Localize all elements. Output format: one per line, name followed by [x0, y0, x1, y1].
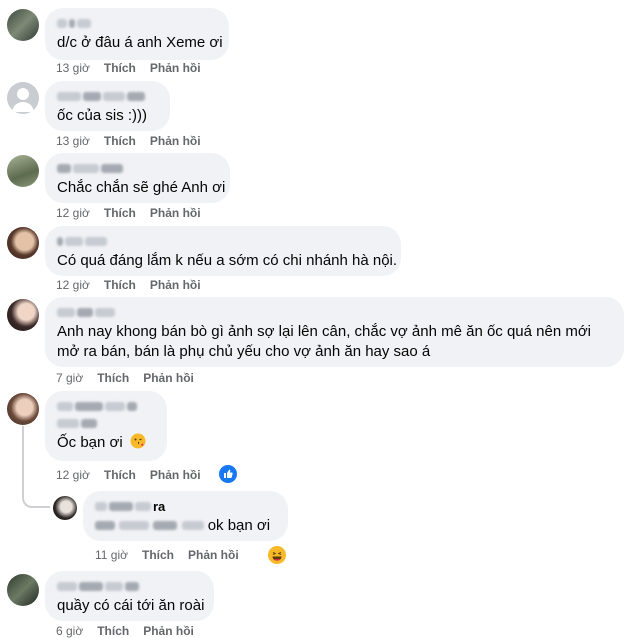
comment-bubble: Anh nay khong bán bò gì ảnh sợ lại lên c… [45, 297, 624, 367]
avatar-default[interactable] [7, 82, 39, 114]
comment-actions: 12 giờ Thích Phản hồi [56, 278, 201, 292]
comment-actions: 13 giờ Thích Phản hồi [56, 61, 201, 75]
haha-reaction-icon[interactable] [268, 546, 286, 564]
comment-bubble: Chắc chắn sẽ ghé Anh ơi [45, 153, 230, 203]
like-link[interactable]: Thích [104, 61, 136, 75]
reply-link[interactable]: Phản hồi [150, 206, 201, 220]
like-link[interactable]: Thích [104, 134, 136, 148]
author-name-suffix[interactable]: ra [153, 499, 165, 514]
comment-text: quầy có cái tới ăn roài [57, 597, 205, 614]
comment-text: Chắc chắn sẽ ghé Anh ơi [57, 179, 226, 196]
author-name-blurred[interactable]: ra [95, 499, 276, 514]
comment-time[interactable]: 12 giờ [56, 206, 90, 220]
avatar[interactable] [7, 155, 39, 187]
like-link[interactable]: Thích [104, 468, 136, 482]
comment-text: Có quá đáng lắm k nếu a sớm có chi nhánh… [57, 252, 398, 269]
comment-time[interactable]: 13 giờ [56, 134, 90, 148]
comment-actions: 13 giờ Thích Phản hồi [56, 134, 201, 148]
comment-time[interactable]: 12 giờ [56, 468, 90, 482]
author-name-blurred[interactable] [57, 161, 218, 175]
comment-text: ốc của sis :))) [57, 107, 148, 124]
reply-link[interactable]: Phản hồi [150, 468, 201, 482]
comment-text-content: Ốc bạn ơi [57, 434, 123, 451]
avatar[interactable] [53, 496, 77, 520]
comment-time[interactable]: 12 giờ [56, 278, 90, 292]
comment-bubble: Có quá đáng lắm k nếu a sớm có chi nhánh… [45, 226, 401, 276]
author-name-blurred[interactable] [57, 234, 389, 248]
default-avatar-icon [12, 88, 34, 112]
comment-time[interactable]: 11 giờ [95, 548, 128, 562]
author-name-blurred[interactable] [57, 89, 158, 103]
author-name-blurred[interactable] [57, 305, 612, 319]
avatar[interactable] [7, 299, 39, 331]
like-link[interactable]: Thích [142, 548, 174, 562]
reply-link[interactable]: Phản hồi [188, 548, 239, 562]
author-name-blurred[interactable] [57, 399, 155, 413]
avatar[interactable] [7, 9, 39, 41]
reply-link[interactable]: Phản hồi [150, 61, 201, 75]
comment-actions: 11 giờ Thích Phản hồi [95, 548, 239, 562]
thumbs-up-icon [224, 469, 233, 478]
comment-bubble: ốc của sis :))) [45, 81, 170, 131]
author-name-blurred[interactable] [57, 16, 217, 30]
avatar[interactable] [7, 227, 39, 259]
comment-actions: 7 giờ Thích Phản hồi [56, 371, 194, 385]
comment-bubble: d/c ở đâu á anh Xeme ơi [45, 8, 229, 60]
reply-link[interactable]: Phản hồi [150, 278, 201, 292]
like-link[interactable]: Thích [104, 278, 136, 292]
reply-link[interactable]: Phản hồi [143, 371, 194, 385]
comment-time[interactable]: 7 giờ [56, 371, 83, 385]
avatar[interactable] [7, 574, 39, 606]
comment-text-content: ok bạn ơi [207, 517, 271, 534]
like-link[interactable]: Thích [104, 206, 136, 220]
comment-actions: 12 giờ Thích Phản hồi [56, 468, 201, 482]
reply-link[interactable]: Phản hồi [150, 134, 201, 148]
comment-text: ok bạn ơi [95, 516, 276, 536]
author-name-blurred[interactable] [57, 579, 202, 593]
kiss-emoji-icon [130, 433, 146, 449]
comment-actions: 12 giờ Thích Phản hồi [56, 206, 201, 220]
author-name-blurred [57, 416, 155, 430]
like-link[interactable]: Thích [97, 371, 129, 385]
like-reaction-icon[interactable] [219, 465, 237, 483]
comment-time[interactable]: 13 giờ [56, 61, 90, 75]
laughing-face-icon [272, 551, 282, 561]
comment-bubble: quầy có cái tới ăn roài [45, 571, 214, 621]
comment-text: Anh nay khong bán bò gì ảnh sợ lại lên c… [57, 323, 592, 360]
comment-text: d/c ở đâu á anh Xeme ơi [57, 34, 223, 51]
comment-bubble: Ốc bạn ơi [45, 391, 167, 461]
avatar[interactable] [7, 393, 39, 425]
reply-bubble: ra ok bạn ơi [83, 491, 288, 541]
comment-text: Ốc bạn ơi [57, 433, 155, 453]
